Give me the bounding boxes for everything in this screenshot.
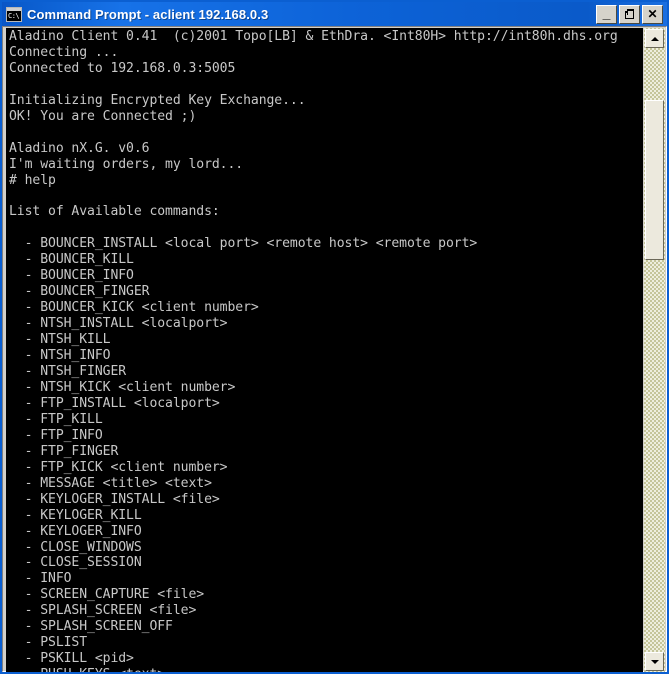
close-icon: ✕	[647, 7, 658, 21]
restore-icon-back	[627, 8, 634, 15]
console-icon-titlebar	[7, 7, 21, 11]
scroll-down-button[interactable]	[645, 652, 664, 671]
minimize-button[interactable]: _	[596, 4, 617, 24]
vertical-scrollbar[interactable]	[644, 28, 665, 672]
console-text: Aladino Client 0.41 (c)2001 Topo[LB] & E…	[9, 29, 618, 672]
window-title: Command Prompt - aclient 192.168.0.3	[27, 6, 269, 22]
window-controls: _ ✕	[596, 4, 665, 24]
console-icon[interactable]: C:\	[6, 6, 22, 22]
restore-button[interactable]	[619, 4, 640, 24]
minimize-icon: _	[602, 4, 611, 21]
close-button[interactable]: ✕	[642, 4, 663, 24]
scrollbar-thumb[interactable]	[645, 100, 664, 260]
scroll-up-arrow-icon	[650, 36, 659, 41]
command-prompt-window: C:\ Command Prompt - aclient 192.168.0.3…	[0, 0, 669, 674]
scroll-down-arrow-icon	[650, 659, 659, 664]
scroll-up-button[interactable]	[645, 29, 664, 48]
title-bar[interactable]: C:\ Command Prompt - aclient 192.168.0.3…	[2, 2, 667, 26]
console-icon-prompt: C:\	[8, 11, 20, 20]
window-client-area: Aladino Client 0.41 (c)2001 Topo[LB] & E…	[2, 26, 667, 672]
console-output-area[interactable]: Aladino Client 0.41 (c)2001 Topo[LB] & E…	[6, 28, 643, 672]
